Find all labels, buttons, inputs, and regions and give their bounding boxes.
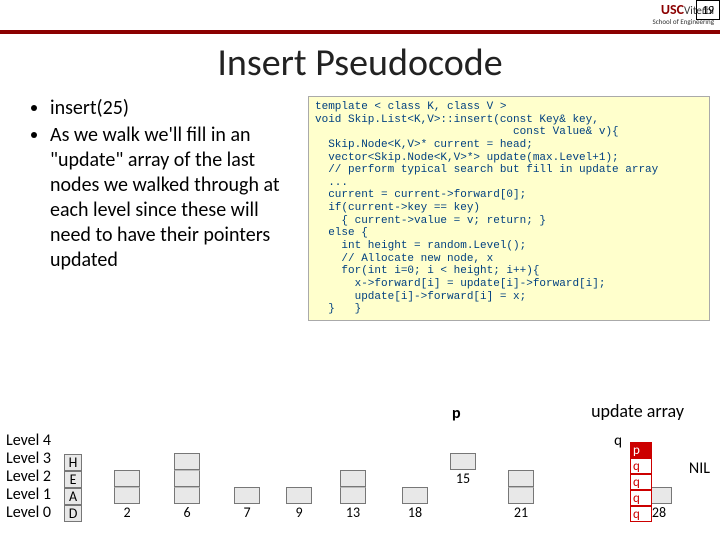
node-cell: [340, 487, 366, 504]
level-0-label: Level 0: [6, 504, 51, 522]
slide-title: Insert Pseudocode: [0, 40, 720, 86]
node-value: 2: [114, 504, 140, 522]
pointer-q-label: q: [614, 432, 622, 450]
node-value: 7: [234, 504, 260, 522]
head-cell: D: [64, 505, 82, 522]
skip-node-2: 2: [114, 470, 140, 522]
skip-node-15: 15: [450, 453, 476, 488]
pointer-p-label: p: [452, 404, 461, 423]
node-value: 21: [508, 504, 534, 522]
update-cell: p: [630, 442, 652, 458]
node-cell: [508, 470, 534, 487]
skip-node-13: 13: [340, 470, 366, 522]
head-cell: A: [64, 488, 82, 505]
header-bar: USCViterbi School of Engineering: [0, 0, 720, 34]
skip-node-21: 21: [508, 470, 534, 522]
code-block: template < class K, class V > void Skip.…: [308, 96, 710, 321]
skip-node-6: 6: [174, 453, 200, 522]
update-array-tower: p q q q q: [630, 442, 652, 522]
node-cell: [286, 487, 312, 504]
skip-node-18: 18: [402, 487, 428, 522]
node-cell: [508, 487, 534, 504]
node-value: 9: [286, 504, 312, 522]
head-cell: H: [64, 454, 82, 471]
node-value: 6: [174, 504, 200, 522]
bullet-2: As we walk we'll fill in an "update" arr…: [50, 123, 300, 273]
node-cell: [174, 470, 200, 487]
skip-list-diagram: Level 4 Level 3 Level 2 Level 1 Level 0 …: [6, 404, 714, 534]
node-cell: [114, 470, 140, 487]
node-value: 15: [450, 470, 476, 488]
node-cell: [450, 453, 476, 470]
node-cell: [114, 487, 140, 504]
head-cell: E: [64, 471, 82, 488]
update-cell: q: [630, 458, 652, 474]
skip-node-7: 7: [234, 487, 260, 522]
node-cell: [234, 487, 260, 504]
bullet-1: insert(25): [50, 96, 300, 121]
usc-text: USC: [661, 1, 684, 18]
head-tower: H E A D: [64, 454, 82, 522]
update-cell: q: [630, 474, 652, 490]
node-cell: [340, 470, 366, 487]
node-value: 13: [340, 504, 366, 522]
update-cell: q: [630, 490, 652, 506]
nil-label: NIL: [689, 459, 710, 478]
level-4-label: Level 4: [6, 432, 51, 450]
node-cell: [174, 487, 200, 504]
update-array-label: update array: [591, 400, 684, 422]
page-number: 19: [696, 0, 720, 20]
bullet-list: insert(25) As we walk we'll fill in an "…: [10, 96, 300, 321]
node-value: 18: [402, 504, 428, 522]
node-cell: [402, 487, 428, 504]
level-2-label: Level 2: [6, 468, 51, 486]
node-cell: [174, 453, 200, 470]
level-1-label: Level 1: [6, 486, 51, 504]
update-cell: q: [630, 506, 652, 522]
skip-node-9: 9: [286, 487, 312, 522]
level-labels: Level 4 Level 3 Level 2 Level 1 Level 0: [6, 432, 51, 522]
level-3-label: Level 3: [6, 450, 51, 468]
